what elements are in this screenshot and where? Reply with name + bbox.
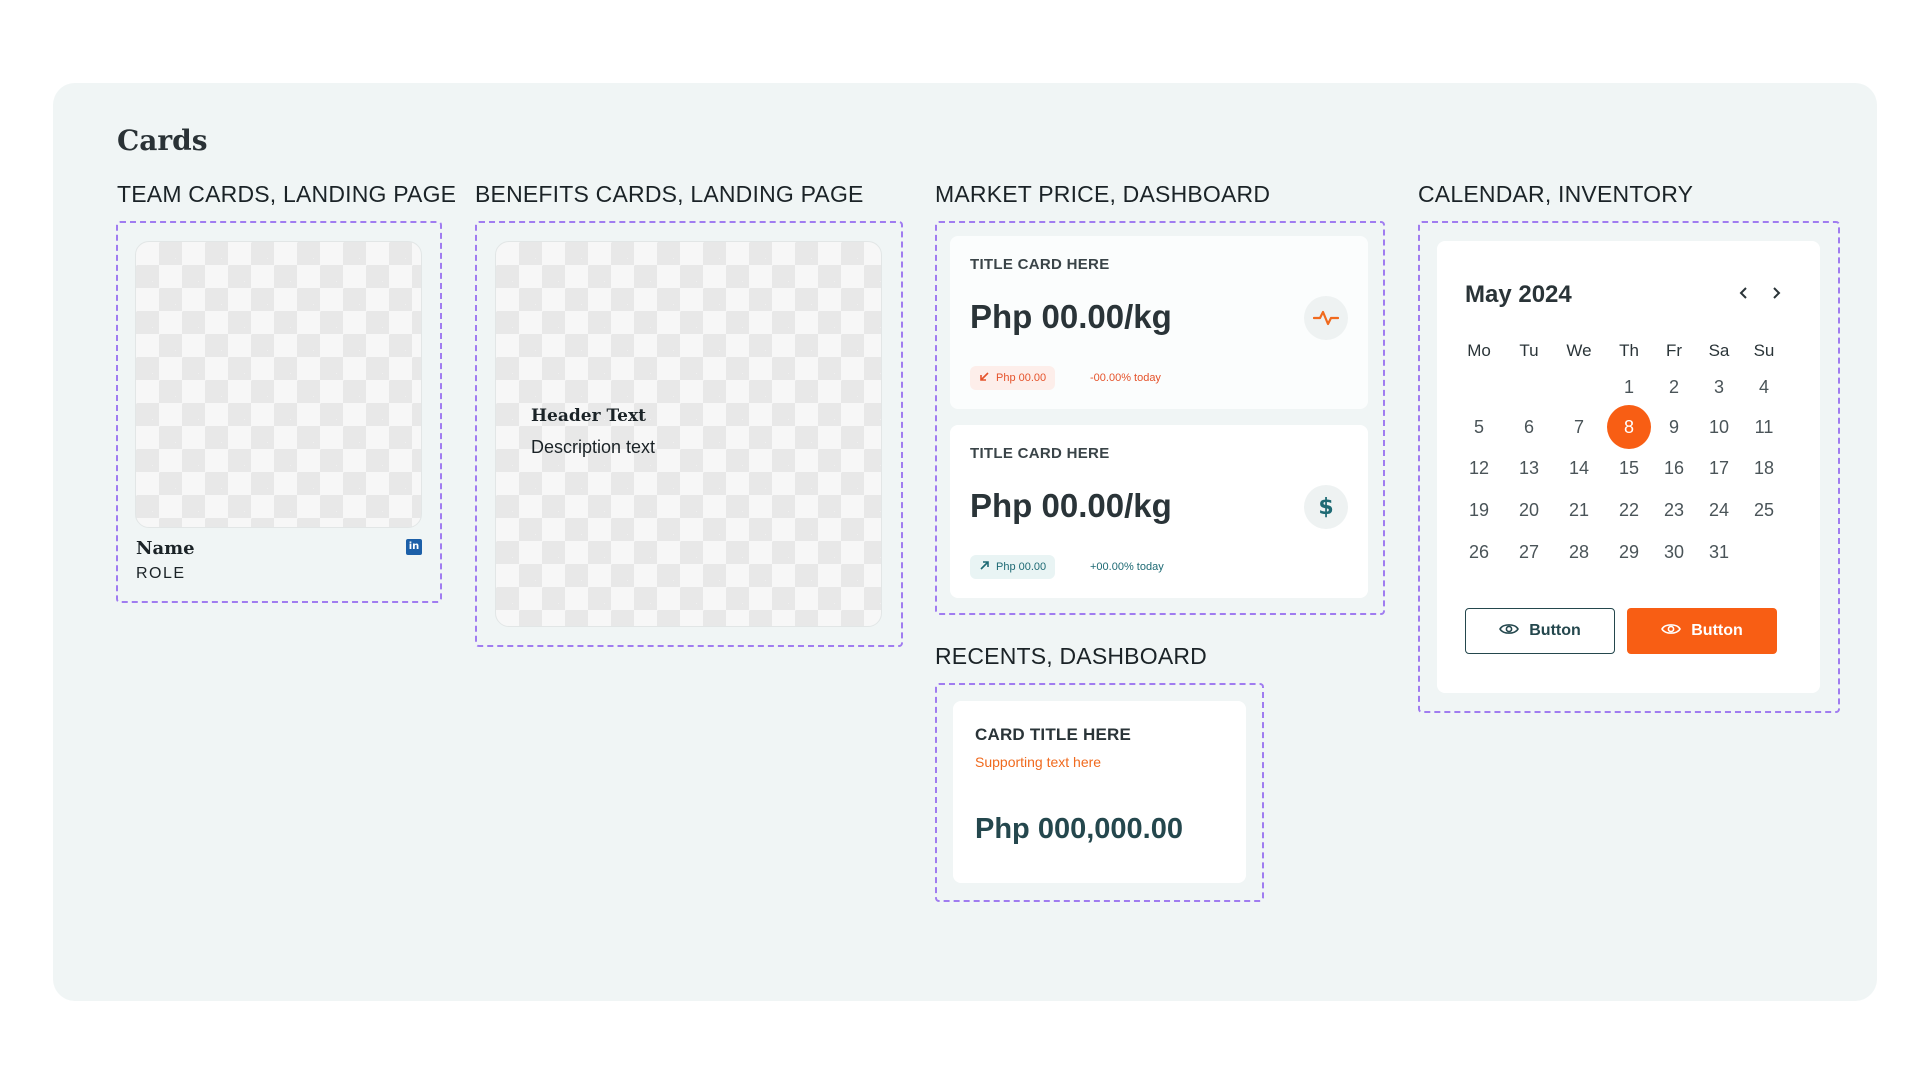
arrow-down-left-icon — [979, 371, 990, 385]
page-title: Cards — [117, 124, 208, 157]
change-value: Php 00.00 — [996, 561, 1047, 573]
weekday-label: Fr — [1665, 341, 1683, 360]
calendar-month-label: May 2024 — [1465, 281, 1572, 308]
benefit-header: Header Text — [531, 406, 646, 426]
calendar-day[interactable]: 3 — [1697, 365, 1741, 409]
calendar-day[interactable]: 12 — [1457, 446, 1501, 490]
calendar-day[interactable]: 30 — [1652, 530, 1696, 574]
calendar-day[interactable]: 24 — [1697, 488, 1741, 532]
section-label-calendar: CALENDAR, INVENTORY — [1418, 181, 1694, 207]
section-label-market: MARKET PRICE, DASHBOARD — [935, 181, 1271, 207]
section-label-recents: RECENTS, DASHBOARD — [935, 643, 1207, 669]
calendar-day[interactable]: 17 — [1697, 446, 1741, 490]
calendar-day[interactable]: 21 — [1557, 488, 1601, 532]
benefit-image-placeholder — [495, 241, 882, 627]
calendar-day[interactable]: 29 — [1607, 530, 1651, 574]
calendar-day[interactable]: 6 — [1507, 405, 1551, 449]
recents-amount: Php 000,000.00 — [975, 813, 1183, 845]
calendar-day[interactable]: 7 — [1557, 405, 1601, 449]
calendar-day[interactable]: 22 — [1607, 488, 1651, 532]
arrow-up-right-icon — [979, 560, 990, 574]
weekday-label: Mo — [1467, 341, 1491, 360]
team-member-name: Name — [136, 538, 195, 559]
section-label-team: TEAM CARDS, LANDING PAGE — [117, 181, 457, 207]
linkedin-icon[interactable]: in — [406, 539, 422, 555]
calendar-day[interactable]: 16 — [1652, 446, 1696, 490]
recents-card-title: CARD TITLE HERE — [975, 725, 1131, 744]
calendar-day[interactable]: 20 — [1507, 488, 1551, 532]
calendar-day[interactable]: 2 — [1652, 365, 1696, 409]
eye-icon — [1499, 622, 1520, 641]
calendar-day[interactable]: 26 — [1457, 530, 1501, 574]
calendar-day[interactable]: 4 — [1742, 365, 1786, 409]
view-button-primary[interactable]: Button — [1627, 608, 1777, 654]
weekday-label: Th — [1619, 341, 1639, 360]
calendar-day[interactable]: 1 — [1607, 365, 1651, 409]
recents-supporting-text: Supporting text here — [975, 754, 1102, 770]
change-value: Php 00.00 — [996, 372, 1047, 384]
calendar-day[interactable]: 19 — [1457, 488, 1501, 532]
weekday-label: Tu — [1519, 341, 1539, 360]
weekday-label: Su — [1753, 341, 1775, 360]
chevron-left-icon[interactable] — [1734, 283, 1754, 303]
change-pill-down: Php 00.00 — [970, 366, 1056, 390]
button-label: Button — [1691, 622, 1743, 639]
calendar-day[interactable]: 15 — [1607, 446, 1651, 490]
chevron-right-icon[interactable] — [1766, 283, 1786, 303]
change-percent: -00.00% today — [1090, 372, 1161, 384]
view-button-outline[interactable]: Button — [1465, 608, 1615, 654]
dollar-icon: $ — [1304, 485, 1348, 529]
pulse-icon — [1304, 296, 1348, 340]
benefit-description: Description text — [531, 437, 656, 457]
change-percent: +00.00% today — [1090, 561, 1164, 573]
calendar-day[interactable]: 25 — [1742, 488, 1786, 532]
weekday-label: Sa — [1708, 341, 1730, 360]
market-card: TITLE CARD HERE Php 00.00/kg Php 00.00 -… — [950, 236, 1368, 409]
market-card-price: Php 00.00/kg — [970, 298, 1172, 335]
eye-icon — [1661, 622, 1682, 641]
calendar-day[interactable]: 13 — [1507, 446, 1551, 490]
calendar-day[interactable]: 9 — [1652, 405, 1696, 449]
calendar-day[interactable]: 18 — [1742, 446, 1786, 490]
calendar-day[interactable]: 27 — [1507, 530, 1551, 574]
calendar-day-selected[interactable]: 8 — [1607, 405, 1651, 449]
team-member-role: ROLE — [136, 565, 186, 582]
calendar-day[interactable]: 11 — [1742, 405, 1786, 449]
calendar-day[interactable]: 10 — [1697, 405, 1741, 449]
calendar-day[interactable]: 5 — [1457, 405, 1501, 449]
calendar-day[interactable]: 31 — [1697, 530, 1741, 574]
market-card: TITLE CARD HERE Php 00.00/kg $ Php 00.00… — [950, 425, 1368, 598]
calendar-day[interactable]: 14 — [1557, 446, 1601, 490]
calendar-day[interactable]: 28 — [1557, 530, 1601, 574]
market-card-title: TITLE CARD HERE — [970, 256, 1110, 273]
section-label-benefits: BENEFITS CARDS, LANDING PAGE — [475, 181, 864, 207]
calendar-day[interactable]: 23 — [1652, 488, 1696, 532]
recents-card: CARD TITLE HERE Supporting text here Php… — [953, 701, 1246, 883]
weekday-label: We — [1566, 341, 1592, 360]
market-card-price: Php 00.00/kg — [970, 487, 1172, 524]
team-photo-placeholder — [135, 241, 422, 528]
button-label: Button — [1529, 622, 1581, 639]
calendar-card: May 2024 Mo Tu We Th Fr Sa Su 1 2 3 4 5 6 7 8 9 10 11 12 13… — [1437, 241, 1820, 693]
market-card-title: TITLE CARD HERE — [970, 445, 1110, 462]
change-pill-up: Php 00.00 — [970, 555, 1056, 579]
